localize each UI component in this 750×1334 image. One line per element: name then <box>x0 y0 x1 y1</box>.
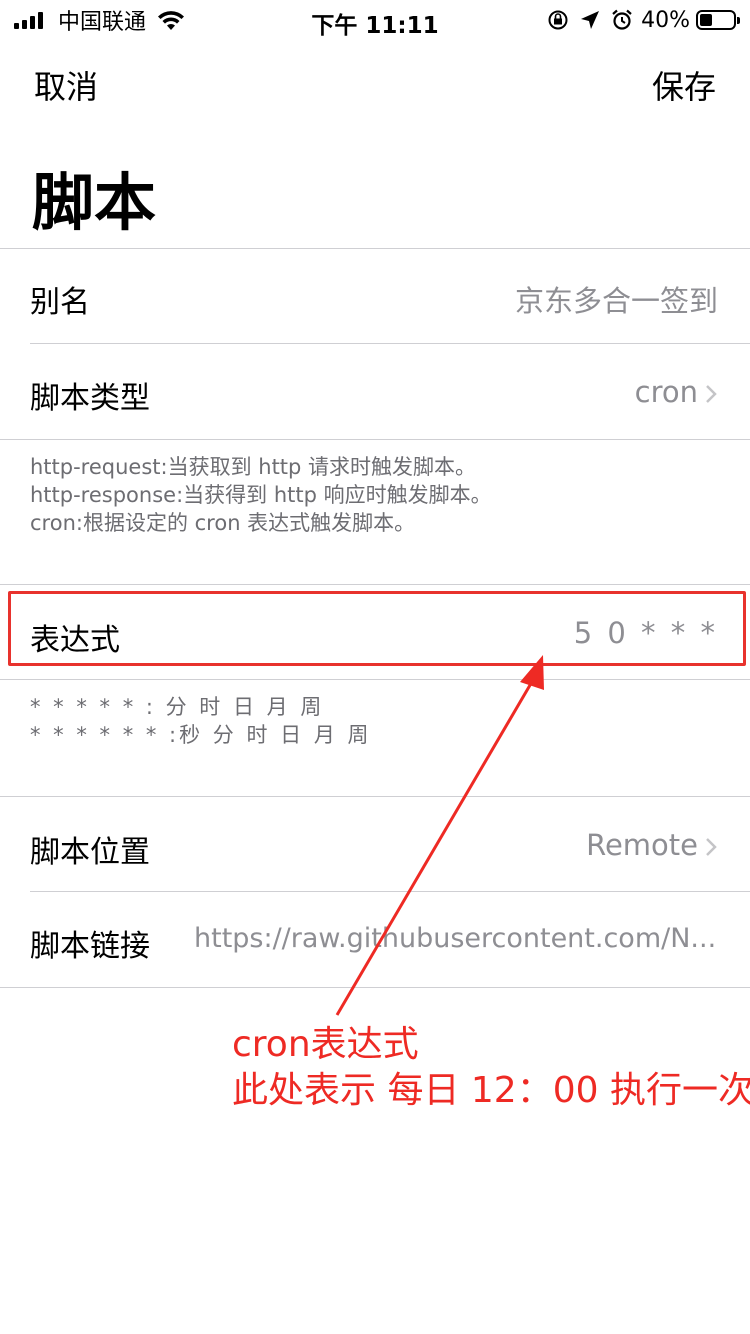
annotation-line: cron表达式 <box>232 1024 419 1065</box>
annotation-text: cron表达式 此处表示 每日 12：00 执行一次 <box>232 1022 750 1114</box>
annotation-arrow <box>335 655 544 1016</box>
annotation-line: 此处表示 每日 12：00 执行一次 <box>232 1070 750 1111</box>
